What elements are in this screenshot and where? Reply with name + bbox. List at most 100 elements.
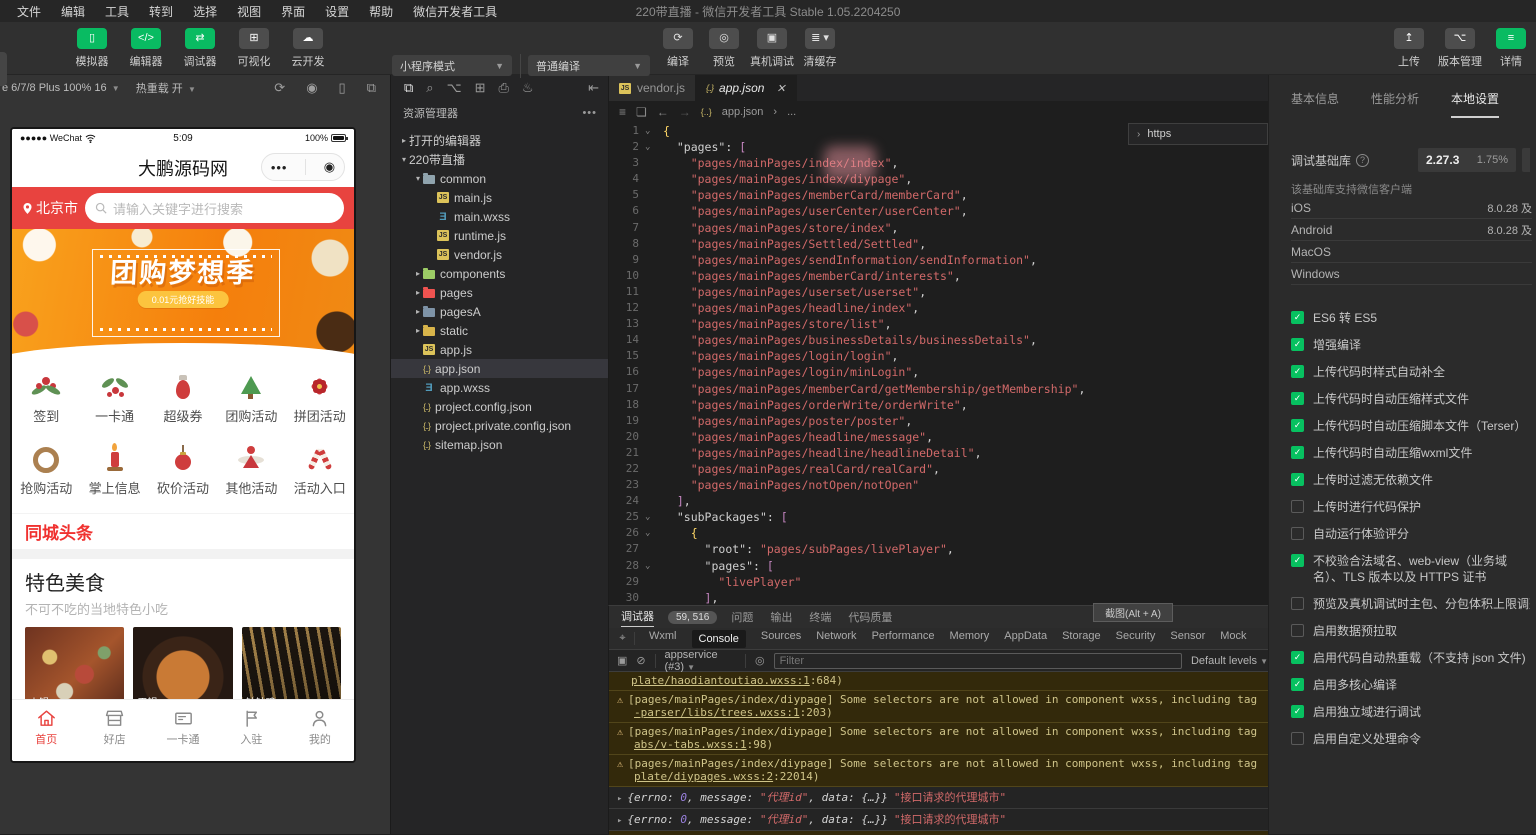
tab-home[interactable]: 首页 <box>12 700 80 761</box>
editor-tab-app.json[interactable]: {..}app.json✕ <box>696 75 797 101</box>
settings-tab-基本信息[interactable]: 基本信息 <box>1291 90 1339 118</box>
tree-item-pagesA[interactable]: ▸pagesA <box>391 302 609 321</box>
setting-checkbox[interactable]: ✓上传代码时自动压缩wxml文件 <box>1291 445 1530 461</box>
menu-item[interactable]: 转到 <box>140 1 182 22</box>
console-link[interactable]: plate/haodiantoutiao.wxss:1 <box>631 674 810 687</box>
rotate-device-icon[interactable]: ▯ <box>339 80 346 96</box>
devtools-tab-sources[interactable]: Sources <box>761 630 801 648</box>
files-icon[interactable]: ⧉ <box>404 80 413 96</box>
menu-item[interactable]: 视图 <box>228 1 270 22</box>
panel-tab-问题[interactable]: 问题 <box>731 609 753 625</box>
tree-item-app.wxss[interactable]: Ǝapp.wxss <box>391 378 609 397</box>
menu-item[interactable]: 设置 <box>316 1 358 22</box>
close-icon[interactable]: ✕ <box>776 82 785 95</box>
模拟器-button[interactable]: ▯模拟器 <box>70 28 114 70</box>
grid-entry-bulb[interactable]: 超级券 <box>149 369 217 441</box>
setting-checkbox[interactable]: ✓不校验合法域名、web-view（业务域名）、TLS 版本以及 HTTPS 证… <box>1291 553 1530 585</box>
menu-item[interactable]: 文件 <box>8 1 50 22</box>
调试器-button[interactable]: ⇄调试器 <box>178 28 222 70</box>
back-icon[interactable]: ← <box>657 105 669 119</box>
fold-icon[interactable]: ⌄ <box>645 123 650 139</box>
fold-icon[interactable]: ⌄ <box>645 509 650 525</box>
真机调试-button[interactable]: ▣真机调试 <box>750 28 794 70</box>
setting-checkbox[interactable]: 自动运行体验评分 <box>1291 526 1530 542</box>
expand-icon[interactable]: ▸ <box>617 794 622 804</box>
menu-item[interactable]: 界面 <box>272 1 314 22</box>
lib-extra-button[interactable] <box>1522 148 1530 172</box>
grid-entry-angel[interactable]: 其他活动 <box>217 441 285 513</box>
search-icon[interactable]: ⌕ <box>426 80 433 96</box>
extensions-icon[interactable]: ⊞ <box>475 80 486 96</box>
inspect-element-icon[interactable]: ⌖ <box>617 632 635 645</box>
menu-item[interactable]: 编辑 <box>52 1 94 22</box>
console-link[interactable]: abs/v-tabs.wxss:1 <box>634 738 747 751</box>
devtools-tab-storage[interactable]: Storage <box>1062 630 1101 648</box>
help-icon[interactable]: ? <box>1356 154 1369 167</box>
settings-tab-性能分析[interactable]: 性能分析 <box>1371 90 1419 118</box>
上传-button[interactable]: ↥上传 <box>1392 28 1426 70</box>
record-icon[interactable]: ◉ <box>306 80 317 96</box>
devtools-tab-security[interactable]: Security <box>1116 630 1156 648</box>
tab-store[interactable]: 好店 <box>80 700 148 761</box>
peek-https-widget[interactable]: › https <box>1128 123 1268 145</box>
grid-entry-holly[interactable]: 一卡通 <box>80 369 148 441</box>
editor-tab-vendor.js[interactable]: JSvendor.js <box>609 75 696 101</box>
context-select[interactable]: appservice (#3) ▼ <box>664 649 736 673</box>
setting-checkbox[interactable]: 预览及真机调试时主包、分包体积上限调整为 <box>1291 596 1530 612</box>
setting-checkbox[interactable]: ✓增强编译 <box>1291 337 1530 353</box>
版本管理-button[interactable]: ⌥版本管理 <box>1438 28 1482 70</box>
eye-icon[interactable]: ◎ <box>755 654 765 667</box>
tree-item-common[interactable]: ▾common <box>391 169 609 188</box>
clear-console-icon[interactable]: ⊘ <box>636 654 645 667</box>
panel-tab-代码质量[interactable]: 代码质量 <box>848 609 892 625</box>
tree-item-app.json[interactable]: {..}app.json <box>391 359 609 378</box>
devtools-tab-console[interactable]: Console <box>692 630 746 648</box>
devtools-tab-mock[interactable]: Mock <box>1220 630 1246 648</box>
menu-item[interactable]: 选择 <box>184 1 226 22</box>
tree-item-runtime.js[interactable]: JSruntime.js <box>391 226 609 245</box>
grid-entry-tree[interactable]: 团购活动 <box>217 369 285 441</box>
plugin-icon[interactable]: ♨ <box>522 80 534 96</box>
tree-item-220带直播[interactable]: ▾220带直播 <box>391 150 609 169</box>
tree-item-main.js[interactable]: JSmain.js <box>391 188 609 207</box>
console-link[interactable]: plate/diypages.wxss:2 <box>634 770 773 783</box>
save-all-icon[interactable]: ⎙ <box>498 80 508 96</box>
multi-window-icon[interactable]: ⧉ <box>367 80 376 96</box>
device-select[interactable]: e 6/7/8 Plus 100% 16 ▼ <box>2 82 120 94</box>
menu-item[interactable]: 工具 <box>96 1 138 22</box>
filter-input[interactable] <box>774 653 1182 669</box>
预览-button[interactable]: ◎预览 <box>704 28 744 70</box>
编辑器-button[interactable]: </>编辑器 <box>124 28 168 70</box>
console-message[interactable]: plate/haodiantoutiao.wxss:1:684) <box>609 672 1268 691</box>
tree-item-components[interactable]: ▸components <box>391 264 609 283</box>
tab-flag[interactable]: 入驻 <box>217 700 285 761</box>
tree-item-main.wxss[interactable]: Ǝmain.wxss <box>391 207 609 226</box>
devtools-tab-memory[interactable]: Memory <box>950 630 990 648</box>
tree-item-static[interactable]: ▸static <box>391 321 609 340</box>
devtools-tab-appdata[interactable]: AppData <box>1004 630 1047 648</box>
setting-checkbox[interactable]: ✓上传代码时样式自动补全 <box>1291 364 1530 380</box>
fold-icon[interactable]: ⌄ <box>645 525 650 541</box>
promo-banner[interactable]: 团购梦想季 0.01元抢好技能 <box>12 229 354 361</box>
编译-button[interactable]: ⟳编译 <box>658 28 698 70</box>
setting-checkbox[interactable]: ✓启用独立域进行调试 <box>1291 704 1530 720</box>
清缓存-button[interactable]: ≣ ▾清缓存 <box>800 28 840 70</box>
console-link[interactable]: -parser/libs/trees.wxss:1 <box>634 706 800 719</box>
setting-checkbox[interactable]: 启用数据预拉取 <box>1291 623 1530 639</box>
tree-item-project.private.config.json[interactable]: {..}project.private.config.json <box>391 416 609 435</box>
bookmark-icon[interactable]: ❏ <box>636 105 647 119</box>
code-area[interactable]: 1⌄{2⌄ "pages": [3 "pages/mainPages/index… <box>609 123 1269 605</box>
menu-item[interactable]: 微信开发者工具 <box>404 1 506 22</box>
hot-reload-toggle[interactable]: 热重载 开 ▼ <box>136 80 196 96</box>
console-message[interactable]: ⚠[pages/mainPages/index/diypage] Some se… <box>609 755 1268 787</box>
tree-item-project.config.json[interactable]: {..}project.config.json <box>391 397 609 416</box>
setting-checkbox[interactable]: ✓上传代码时自动压缩脚本文件（Terser） <box>1291 418 1530 434</box>
devtools-tab-wxml[interactable]: Wxml <box>649 630 677 648</box>
grid-entry-ball[interactable]: 砍价活动 <box>149 441 217 513</box>
devtools-tab-performance[interactable]: Performance <box>872 630 935 648</box>
云开发-button[interactable]: ☁云开发 <box>286 28 330 70</box>
mode-select[interactable]: 小程序模式 ▼ <box>392 55 512 76</box>
breadcrumb-more[interactable]: ... <box>787 106 796 118</box>
fold-icon[interactable]: ⌄ <box>645 139 650 155</box>
fold-icon[interactable]: ⌄ <box>645 558 650 574</box>
